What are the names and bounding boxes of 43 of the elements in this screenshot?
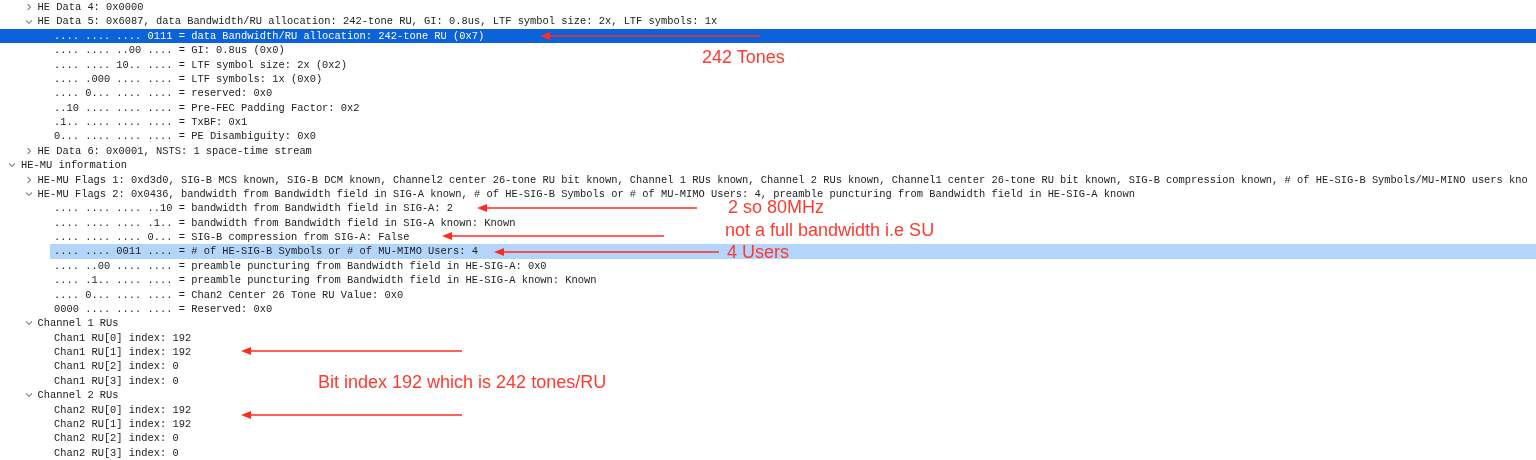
chevron-down-icon[interactable] xyxy=(24,190,33,199)
tree-item[interactable]: Chan1 RU[3] index: 0 xyxy=(54,373,179,389)
tree-item[interactable]: Channel 2 RUs xyxy=(37,388,119,403)
tree-item[interactable]: Channel 1 RUs xyxy=(37,316,119,331)
tree-item[interactable]: .... .... .... .1.. = bandwidth from Bandwidth field in SIG-A known: Known xyxy=(54,215,516,230)
tree-item[interactable]: Chan2 RU[0] index: 192 xyxy=(54,402,192,417)
tree-item[interactable]: .... .1.. .... .... = preamble puncturing from Bandwidth field in HE-SIG-A known: Known xyxy=(54,273,597,288)
tree-item[interactable]: Chan2 RU[2] index: 0 xyxy=(54,431,179,446)
tree-item[interactable]: HE-MU Flags 1: 0xd3d0, SIG-B MCS known, SIG-B DCM known, Channel2 center 26-tone RU bit known, Channel 1 RUs known, Channel 2 RUs known, Channel1 center 26-tone RU bit known, SIG-B compression known, # of HE-SIG-B Symbols/MU-MINO users kno xyxy=(37,172,1528,187)
chevron-down-icon[interactable] xyxy=(8,161,16,170)
chevron-right-icon[interactable] xyxy=(24,3,33,12)
tree-item[interactable]: Chan1 RU[1] index: 192 xyxy=(54,345,192,360)
tree-item[interactable]: Chan2 RU[3] index: 0 xyxy=(54,445,179,460)
annotation-text: not a full bandwidth i.e SU xyxy=(725,219,935,241)
chevron-right-icon[interactable] xyxy=(24,175,33,184)
chevron-down-icon[interactable] xyxy=(24,391,33,400)
tree-item[interactable]: HE Data 4: 0x0000 xyxy=(37,0,144,15)
tree-item[interactable]: .... .... ..00 .... = GI: 0.8us (0x0) xyxy=(54,43,285,58)
chevron-down-icon[interactable] xyxy=(24,319,33,328)
tree-item[interactable]: Chan1 RU[0] index: 192 xyxy=(54,330,192,345)
tree-item[interactable]: Chan1 RU[2] index: 0 xyxy=(54,359,179,374)
tree-item[interactable]: HE Data 6: 0x0001, NSTS: 1 space-time stream xyxy=(37,143,312,159)
tree-item[interactable]: 0000 .... .... .... = Reserved: 0x0 xyxy=(54,301,273,317)
tree-item[interactable]: ..10 .... .... .... = Pre-FEC Padding Factor: 0x2 xyxy=(54,100,360,115)
annotation-text: 242 Tones xyxy=(702,46,785,68)
tree-item[interactable]: .... .000 .... .... = LTF symbols: 1x (0x0) xyxy=(54,71,323,87)
tree-item[interactable]: HE-MU information xyxy=(21,158,127,173)
tree-item[interactable]: .... .... 0011 .... = # of HE-SIG-B Symbols or # of MU-MIMO Users: 4 xyxy=(54,244,478,259)
tree-item[interactable]: 0... .... .... .... = PE Disambiguity: 0x0 xyxy=(54,129,316,144)
chevron-down-icon[interactable] xyxy=(24,17,33,26)
tree-item[interactable]: .... 0... .... .... = Chan2 Center 26 Tone RU Value: 0x0 xyxy=(54,287,404,302)
tree-item[interactable]: .1.. .... .... .... = TxBF: 0x1 xyxy=(54,115,248,130)
tree-item[interactable]: .... .... .... 0... = SIG-B compression from SIG-A: False xyxy=(54,230,410,245)
annotation-text: 4 Users xyxy=(727,241,789,263)
tree-item[interactable]: Chan2 RU[1] index: 192 xyxy=(54,416,192,432)
tree-item[interactable]: .... .... .... ..10 = bandwidth from Bandwidth field in SIG-A: 2 xyxy=(54,201,454,216)
tree-item[interactable]: .... .... 10.. .... = LTF symbol size: 2x (0x2) xyxy=(54,57,348,72)
chevron-right-icon[interactable] xyxy=(24,146,33,155)
tree-item[interactable]: .... 0... .... .... = reserved: 0x0 xyxy=(54,86,273,101)
tree-item[interactable]: .... .... .... 0111 = data Bandwidth/RU allocation: 242-tone RU (0x7) xyxy=(0,28,485,44)
tree-item[interactable]: HE Data 5: 0x6087, data Bandwidth/RU allocation: 242-tone RU, GI: 0.8us, LTF symbol size: 2x, LTF symbols: 1x xyxy=(37,14,718,29)
tree-item[interactable]: .... ..00 .... .... = preamble puncturing from Bandwidth field in HE-SIG-A: 0x0 xyxy=(54,258,547,274)
annotation-text: Bit index 192 which is 242 tones/RU xyxy=(318,371,607,393)
